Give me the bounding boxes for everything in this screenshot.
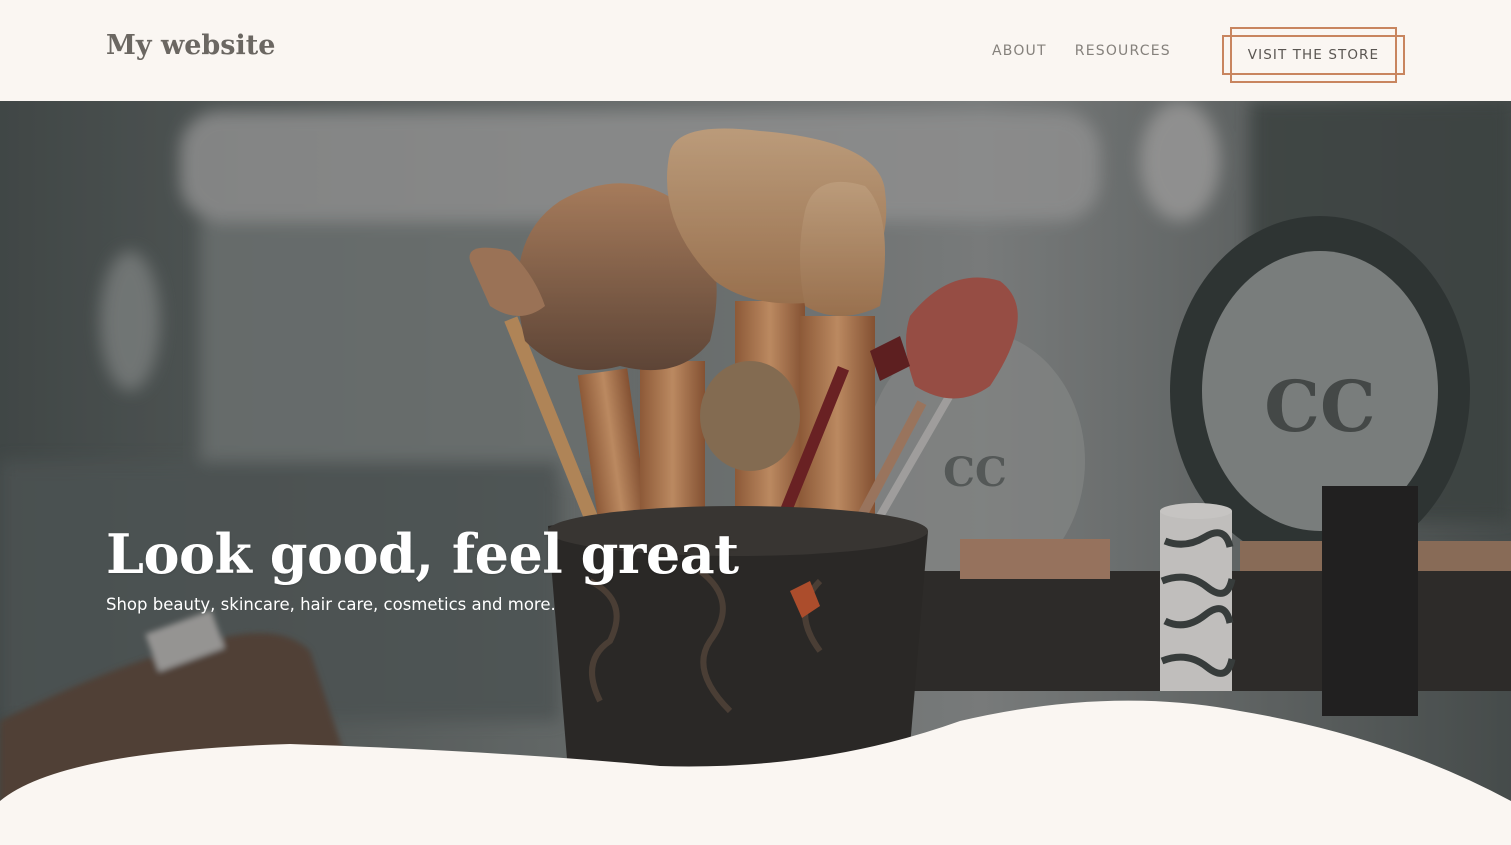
nav-link-resources[interactable]: RESOURCES (1075, 43, 1171, 59)
hero-subheadline: Shop beauty, skincare, hair care, cosmet… (106, 595, 556, 614)
site-header: My website ABOUT RESOURCES VISIT THE STO… (0, 0, 1511, 101)
hero-section: CC CC Look good, feel great Shop beauty,… (0, 101, 1511, 845)
visit-store-button[interactable]: VISIT THE STORE (1222, 27, 1405, 83)
main-nav: ABOUT RESOURCES (992, 43, 1171, 59)
visit-store-label: VISIT THE STORE (1247, 47, 1380, 63)
site-logo[interactable]: My website (106, 30, 275, 61)
hero-image: CC CC (0, 101, 1511, 845)
hero-headline: Look good, feel great (106, 522, 739, 586)
page: My website ABOUT RESOURCES VISIT THE STO… (0, 0, 1511, 845)
nav-link-about[interactable]: ABOUT (992, 43, 1047, 59)
